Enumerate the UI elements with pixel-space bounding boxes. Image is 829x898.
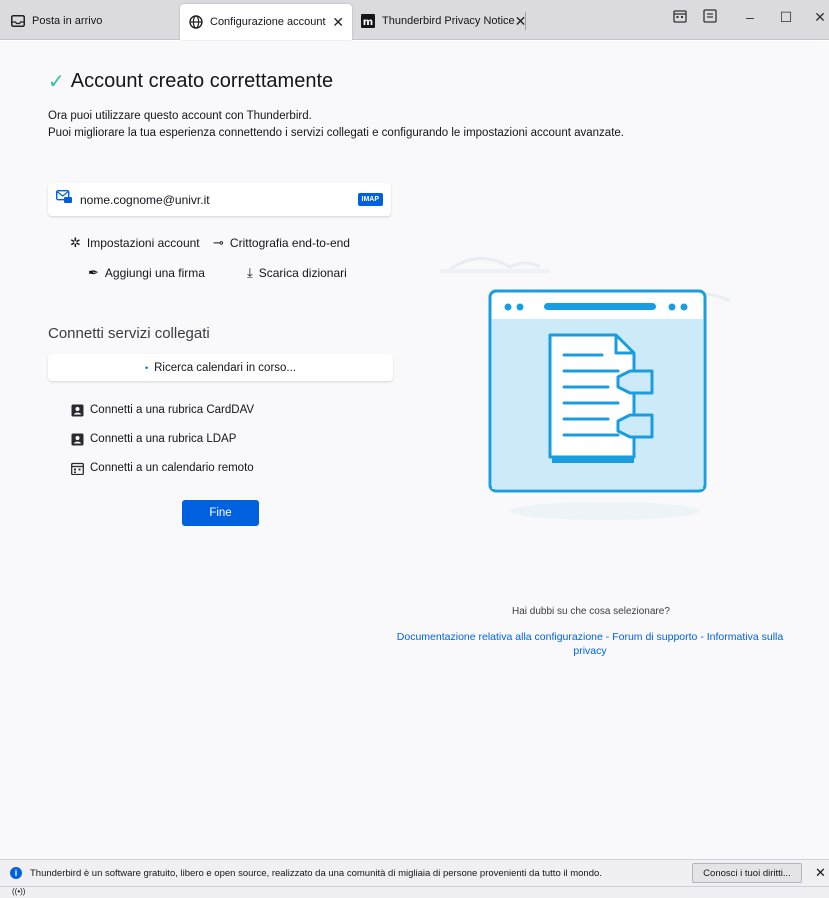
help-question: Hai dubbi su che cosa selezionare? — [512, 606, 670, 617]
tab-account-setup[interactable]: Configurazione account ✕ — [180, 4, 352, 40]
know-your-rights-button[interactable]: Conosci i tuoi diritti... — [692, 863, 802, 883]
docs-link[interactable]: Documentazione relativa alla configurazi… — [397, 631, 603, 643]
activity-icon: ((•)) — [12, 887, 26, 896]
svg-text:m: m — [363, 17, 373, 28]
page-title: ✓ Account creato correttamente — [48, 70, 334, 93]
download-icon: ⤓ — [247, 265, 253, 280]
loading-dot-icon: • — [144, 362, 149, 373]
document-illustration — [440, 257, 731, 520]
intro-text: Ora puoi utilizzare questo account con T… — [48, 110, 624, 139]
finish-button[interactable]: Fine — [182, 500, 259, 526]
close-icon[interactable]: ✕ — [515, 13, 525, 30]
e2e-encryption-link[interactable]: ⊸ Crittografia end-to-end — [213, 235, 350, 251]
account-setup-page: ✓ Account creato correttamente Ora puoi … — [0, 41, 829, 859]
tasks-icon[interactable] — [700, 9, 720, 26]
link-separator: - — [697, 631, 707, 643]
account-card: nome.cognome@univr.it IMAP — [48, 183, 391, 216]
key-icon: ⊸ — [213, 235, 224, 250]
tab-label: Configurazione account — [210, 16, 326, 28]
status-bar: ((•)) — [0, 886, 829, 898]
add-signature-link[interactable]: ✒ Aggiungi una firma — [88, 265, 205, 281]
account-settings-link[interactable]: ✲ Impostazioni account — [70, 235, 200, 251]
tab-label: Posta in arrivo — [32, 15, 103, 27]
tab-bar: Posta in arrivo Configurazione account ✕… — [0, 0, 829, 40]
account-email: nome.cognome@univr.it — [80, 192, 210, 207]
close-window-icon[interactable]: ✕ — [810, 9, 829, 26]
close-icon[interactable]: ✕ — [332, 14, 344, 31]
pen-icon: ✒ — [88, 265, 99, 280]
address-book-icon — [70, 403, 84, 417]
inbox-icon — [10, 13, 26, 29]
connect-ldap-link[interactable]: Connetti a una rubrica LDAP — [70, 432, 236, 446]
tab-separator — [525, 12, 526, 30]
download-dictionaries-link[interactable]: ⤓ Scarica dizionari — [247, 265, 347, 281]
connect-services-title: Connetti servizi collegati — [48, 325, 210, 342]
maximize-icon[interactable]: ☐ — [776, 9, 796, 26]
close-icon[interactable]: ✕ — [815, 865, 826, 881]
tab-label: Thunderbird Privacy Notice — [382, 15, 515, 27]
checkmark-icon: ✓ — [48, 71, 65, 93]
gear-icon: ✲ — [70, 235, 81, 250]
address-book-icon — [70, 432, 84, 446]
calendar-search-status: • Ricerca calendari in corso... — [48, 354, 393, 381]
connect-calendar-link[interactable]: Connetti a un calendario remoto — [70, 461, 254, 475]
link-separator: - — [602, 631, 613, 643]
notification-text: Thunderbird è un software gratuito, libe… — [30, 867, 602, 879]
globe-icon — [188, 14, 204, 30]
minimize-icon[interactable]: – — [740, 9, 760, 25]
calendar-icon[interactable] — [670, 9, 690, 26]
connect-carddav-link[interactable]: Connetti a una rubrica CardDAV — [70, 403, 254, 417]
mail-account-icon — [55, 189, 72, 209]
forum-link[interactable]: Forum di supporto — [612, 631, 697, 643]
imap-badge: IMAP — [357, 193, 383, 206]
info-icon: i — [10, 867, 22, 879]
mozilla-icon: m — [360, 13, 376, 29]
notification-bar: i Thunderbird è un software gratuito, li… — [0, 859, 829, 886]
help-links: Documentazione relativa alla configurazi… — [385, 630, 795, 658]
tab-privacy-notice[interactable]: m Thunderbird Privacy Notice ✕ — [360, 6, 525, 36]
account-illustration — [440, 231, 770, 536]
calendar-icon — [70, 461, 84, 475]
tab-inbox[interactable]: Posta in arrivo — [10, 6, 175, 36]
